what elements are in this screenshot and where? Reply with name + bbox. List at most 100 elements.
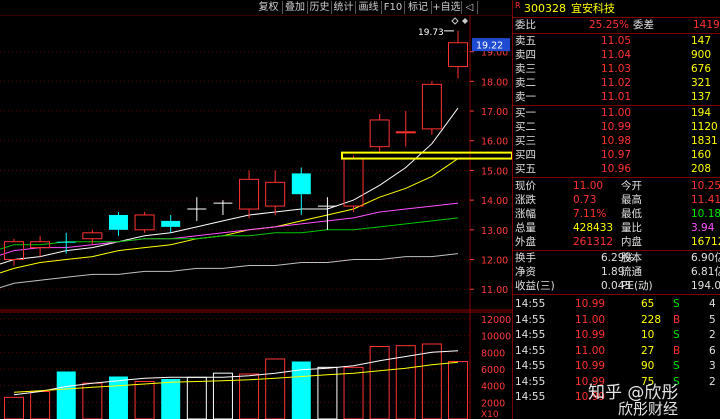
commission-value: 25.25% bbox=[589, 19, 630, 31]
candle-body bbox=[395, 131, 416, 134]
volume-bar bbox=[421, 343, 442, 419]
stat-label: 换手 bbox=[515, 252, 536, 264]
bid-row: 买四 10.97 160 bbox=[513, 148, 720, 162]
highlight-box bbox=[341, 151, 512, 160]
stock-name: 宜安科技 bbox=[571, 2, 615, 15]
candle-body bbox=[239, 178, 260, 210]
toolbar-button[interactable]: 复权 bbox=[255, 1, 283, 14]
bid-price: 10.96 bbox=[601, 163, 632, 175]
stat-row: 涨跌 0.73 最高 11.41 bbox=[513, 193, 720, 207]
stat-value: 11.41 bbox=[691, 194, 720, 206]
tick-count: 5 bbox=[709, 313, 716, 326]
ma-line bbox=[0, 158, 459, 274]
kline-svg[interactable]: 19.0018.0017.0016.0015.0014.0013.0012.00… bbox=[0, 15, 512, 419]
stat-row: 外盘 261312 内盘 167121 bbox=[513, 235, 720, 249]
tick-count: 4 bbox=[709, 298, 716, 310]
candle-body bbox=[134, 214, 155, 231]
tick-price: 10.99 bbox=[575, 329, 606, 341]
toolbar-button[interactable]: 画线 bbox=[356, 1, 382, 14]
volume-axis-label: 4000 bbox=[481, 382, 505, 393]
ask-label: 卖二 bbox=[515, 77, 536, 89]
stock-code: 300328 bbox=[524, 2, 566, 15]
candle-body bbox=[265, 181, 286, 207]
stat-label: 总量 bbox=[515, 222, 536, 234]
ask-row: 卖一 11.01 137 bbox=[513, 90, 720, 104]
stat-value: 6.90亿 bbox=[691, 252, 720, 264]
stat-label: 最高 bbox=[621, 194, 642, 206]
bid-row: 买五 10.96 208 bbox=[513, 162, 720, 176]
tick-time: 14:55 bbox=[515, 375, 546, 388]
tick-side: S bbox=[673, 298, 680, 310]
bid-volume: 1831 bbox=[691, 135, 718, 147]
price-axis-label: 13.00 bbox=[481, 226, 508, 237]
candle-body bbox=[291, 173, 311, 195]
tick-volume: 27 bbox=[641, 344, 655, 357]
ask-label: 卖五 bbox=[515, 35, 536, 47]
ask-row: 卖二 11.02 321 bbox=[513, 76, 720, 90]
volume-bar bbox=[56, 371, 76, 419]
toolbar-button[interactable]: ◁ bbox=[462, 1, 478, 14]
toolbar-button[interactable]: 历史 bbox=[308, 1, 332, 14]
tick-row: 14:55 10.99 10 S 2 bbox=[513, 328, 720, 342]
ask-row: 卖四 11.04 900 bbox=[513, 48, 720, 62]
ma-line bbox=[0, 253, 459, 289]
commission-label: 委比 bbox=[515, 19, 536, 31]
candle-body bbox=[421, 83, 442, 130]
bid-row: 买一 11.00 194 bbox=[513, 106, 720, 120]
ask-row: 卖五 11.05 147 bbox=[513, 34, 720, 48]
ask-volume: 900 bbox=[691, 49, 712, 61]
stat-row: 总量 428433 量比 3.94 bbox=[513, 221, 720, 235]
toolbar-button[interactable]: 统计 bbox=[332, 1, 356, 14]
bid-row: 买二 10.99 1120 bbox=[513, 120, 720, 134]
stat-row: 涨幅 7.11% 最低 10.18 bbox=[513, 207, 720, 221]
toolbar-button[interactable]: +自选 bbox=[432, 1, 462, 14]
bid-volume: 1120 bbox=[691, 121, 718, 133]
tick-time: 14:55 bbox=[515, 344, 546, 357]
current-price-value: 19.22 bbox=[476, 41, 503, 52]
ask-label: 卖四 bbox=[515, 49, 536, 61]
ask-price: 11.05 bbox=[601, 35, 632, 47]
tick-price: 10.99 bbox=[575, 360, 606, 372]
ask-label: 卖一 bbox=[515, 91, 536, 103]
watermark-text-2: 欣彤财经 bbox=[618, 400, 679, 418]
bid-volume: 208 bbox=[691, 163, 712, 175]
candle-body bbox=[56, 241, 76, 243]
tick-side: S bbox=[673, 329, 680, 341]
volume-axis-label: 12000 bbox=[481, 315, 511, 326]
ask-label: 卖三 bbox=[515, 63, 536, 75]
bid-label: 买五 bbox=[515, 163, 536, 175]
toolbar-button[interactable]: F10 bbox=[382, 1, 405, 14]
tick-side: B bbox=[673, 344, 681, 357]
stat-label: 涨幅 bbox=[515, 208, 536, 220]
bid-volume: 194 bbox=[691, 107, 712, 119]
price-axis-label: 18.00 bbox=[481, 77, 508, 88]
price-axis-label: 16.00 bbox=[481, 137, 508, 148]
volume-bar bbox=[448, 361, 468, 419]
bid-price: 10.99 bbox=[601, 121, 632, 133]
tick-price: 11.00 bbox=[575, 344, 606, 357]
volume-bar bbox=[265, 358, 286, 419]
stat-label: 现价 bbox=[515, 180, 536, 192]
candle-body bbox=[448, 42, 468, 68]
price-axis-label: 14.00 bbox=[481, 196, 508, 207]
tick-row: 14:55 11.00 228 B 5 bbox=[513, 313, 720, 327]
kline-chart[interactable]: 19.00 18.00 17.00 16.00 15.00 14.00 13.00 12.00… bbox=[0, 15, 512, 419]
volume-bar bbox=[82, 382, 103, 419]
ask-volume: 321 bbox=[691, 77, 712, 89]
tick-side: S bbox=[673, 360, 680, 372]
tick-volume: 228 bbox=[641, 313, 662, 326]
tick-time: 14:55 bbox=[515, 298, 546, 310]
toolbar-button[interactable]: 标记 bbox=[405, 1, 432, 14]
toolbar-button[interactable]: 叠加 bbox=[283, 1, 308, 14]
ask-row: 卖三 11.03 676 bbox=[513, 62, 720, 76]
stat-label: 今开 bbox=[621, 180, 642, 192]
tick-count: 6 bbox=[709, 344, 716, 357]
tick-volume: 90 bbox=[641, 360, 655, 372]
stat-label: 涨跌 bbox=[515, 194, 536, 206]
price-axis-label: 17.00 bbox=[481, 107, 508, 118]
ask-price: 11.01 bbox=[601, 91, 632, 103]
stat-label: 股本 bbox=[621, 252, 642, 264]
candle-body bbox=[369, 119, 390, 148]
bid-row: 买三 10.98 1831 bbox=[513, 134, 720, 148]
ask-volume: 137 bbox=[691, 91, 712, 103]
